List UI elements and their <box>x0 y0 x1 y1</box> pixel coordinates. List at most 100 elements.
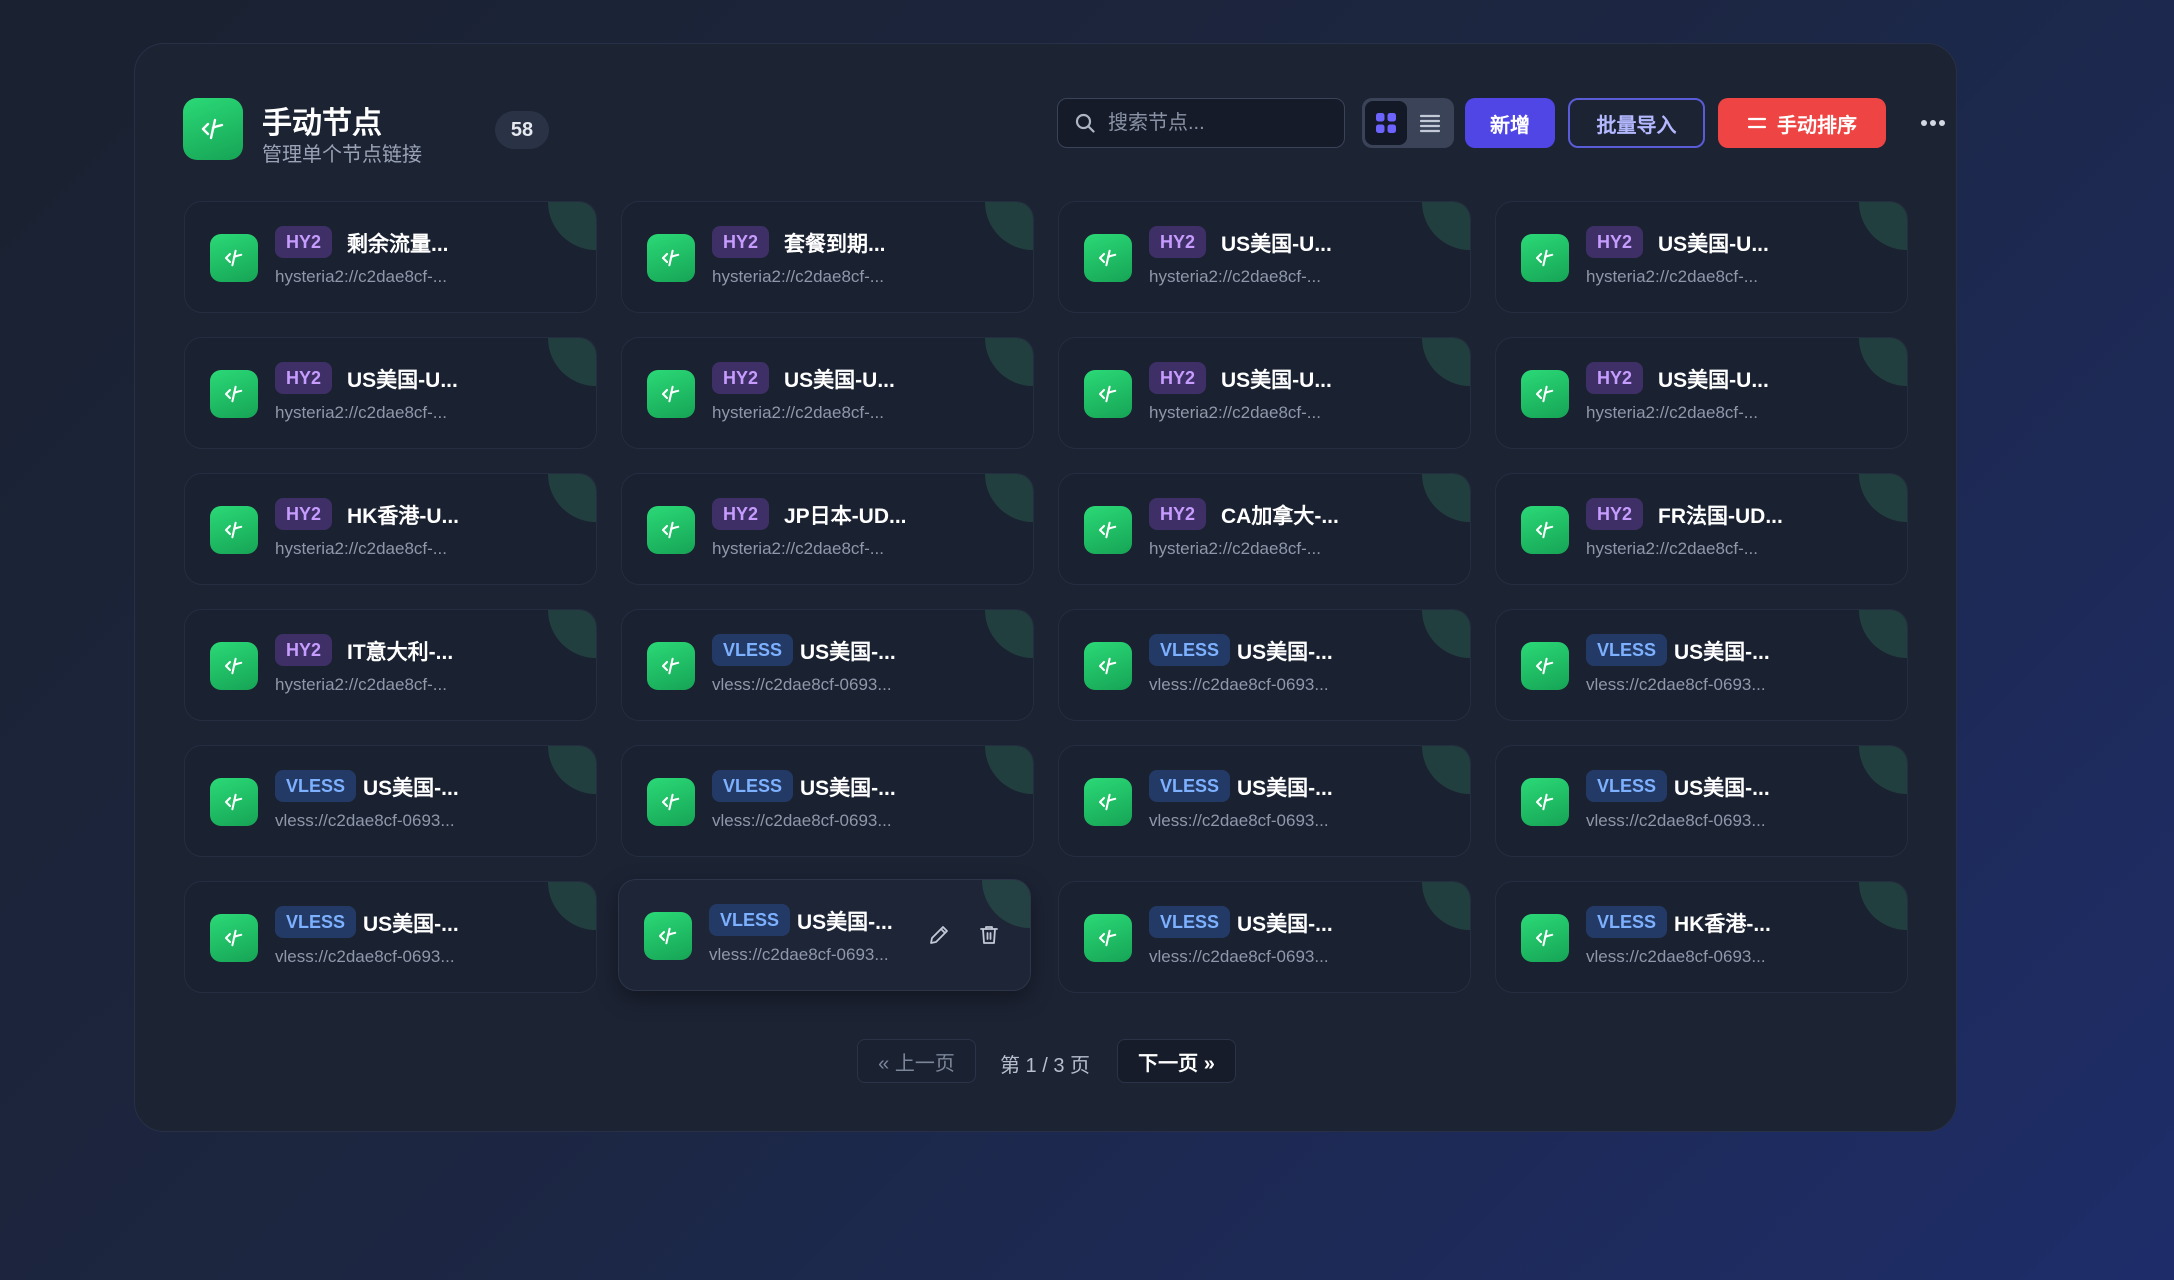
node-icon <box>647 642 695 690</box>
node-name: 剩余流量... <box>347 233 449 256</box>
card-decoration <box>1422 882 1470 930</box>
protocol-badge: VLESS <box>1586 634 1668 666</box>
node-card[interactable]: VLESS US美国-... vless://c2dae8cf-0693... <box>1058 745 1471 857</box>
prev-page-label: « 上一页 <box>878 1052 955 1075</box>
node-name: US美国-... <box>800 641 896 664</box>
node-name: US美国-U... <box>1658 369 1769 392</box>
protocol-badge: VLESS <box>275 906 357 938</box>
node-card[interactable]: HY2 US美国-U... hysteria2://c2dae8cf-... <box>1058 201 1471 313</box>
node-card[interactable]: VLESS US美国-... vless://c2dae8cf-0693... <box>184 881 597 993</box>
node-icon <box>210 370 258 418</box>
node-name: US美国-... <box>363 913 459 936</box>
more-options-icon[interactable] <box>1913 103 1953 143</box>
node-icon <box>1521 778 1569 826</box>
node-card[interactable]: VLESS US美国-... vless://c2dae8cf-0693... <box>618 879 1031 991</box>
protocol-badge: VLESS <box>1586 906 1668 938</box>
node-name: US美国-... <box>363 777 459 800</box>
node-card[interactable]: HY2 JP日本-UD... hysteria2://c2dae8cf-... <box>621 473 1034 585</box>
node-icon <box>1521 914 1569 962</box>
node-icon <box>1521 506 1569 554</box>
search-box[interactable] <box>1057 98 1345 148</box>
node-icon <box>1084 234 1132 282</box>
edit-icon[interactable] <box>926 922 952 948</box>
node-url: hysteria2://c2dae8cf-... <box>275 267 447 286</box>
node-name: US美国-... <box>800 777 896 800</box>
manual-nodes-panel: 手动节点 管理单个节点链接 58 搜索节点... 新增 批量导入 手动排序 HY… <box>134 43 1957 1132</box>
protocol-badge: HY2 <box>1149 498 1207 530</box>
card-decoration <box>1859 610 1907 658</box>
node-name: FR法国-UD... <box>1658 505 1783 528</box>
node-card[interactable]: HY2 IT意大利-... hysteria2://c2dae8cf-... <box>184 609 597 721</box>
node-card[interactable]: VLESS US美国-... vless://c2dae8cf-0693... <box>1058 609 1471 721</box>
card-decoration <box>1422 202 1470 250</box>
node-url: vless://c2dae8cf-0693... <box>712 675 892 694</box>
node-card[interactable]: HY2 套餐到期... hysteria2://c2dae8cf-... <box>621 201 1034 313</box>
prev-page-button[interactable]: « 上一页 <box>857 1039 976 1083</box>
card-decoration <box>985 338 1033 386</box>
node-url: vless://c2dae8cf-0693... <box>1149 947 1329 966</box>
card-decoration <box>985 202 1033 250</box>
node-card[interactable]: VLESS US美国-... vless://c2dae8cf-0693... <box>1058 881 1471 993</box>
node-card[interactable]: HY2 US美国-U... hysteria2://c2dae8cf-... <box>1495 337 1908 449</box>
node-card[interactable]: HY2 US美国-U... hysteria2://c2dae8cf-... <box>621 337 1034 449</box>
protocol-badge: HY2 <box>275 362 333 394</box>
node-icon <box>210 914 258 962</box>
node-url: vless://c2dae8cf-0693... <box>275 947 455 966</box>
add-node-button[interactable]: 新增 <box>1465 98 1555 148</box>
list-view-button[interactable] <box>1409 101 1451 145</box>
node-icon <box>210 642 258 690</box>
protocol-badge: HY2 <box>1586 362 1644 394</box>
node-card[interactable]: VLESS US美国-... vless://c2dae8cf-0693... <box>621 609 1034 721</box>
node-card[interactable]: HY2 HK香港-U... hysteria2://c2dae8cf-... <box>184 473 597 585</box>
card-decoration <box>1422 338 1470 386</box>
search-input[interactable] <box>1108 111 1328 135</box>
node-url: vless://c2dae8cf-0693... <box>1586 675 1766 694</box>
node-card[interactable]: VLESS US美国-... vless://c2dae8cf-0693... <box>184 745 597 857</box>
node-name: CA加拿大-... <box>1221 505 1339 528</box>
delete-icon[interactable] <box>976 922 1002 948</box>
node-url: hysteria2://c2dae8cf-... <box>1149 267 1321 286</box>
list-icon <box>1419 114 1441 133</box>
node-card[interactable]: VLESS US美国-... vless://c2dae8cf-0693... <box>1495 745 1908 857</box>
manual-sort-button[interactable]: 手动排序 <box>1718 98 1886 148</box>
card-decoration <box>985 610 1033 658</box>
card-decoration <box>982 880 1030 928</box>
node-card[interactable]: HY2 US美国-U... hysteria2://c2dae8cf-... <box>1058 337 1471 449</box>
search-icon <box>1075 113 1095 133</box>
page-title: 手动节点 <box>262 107 382 140</box>
card-decoration <box>548 202 596 250</box>
node-icon <box>647 506 695 554</box>
node-card[interactable]: VLESS HK香港-... vless://c2dae8cf-0693... <box>1495 881 1908 993</box>
node-url: vless://c2dae8cf-0693... <box>1586 947 1766 966</box>
node-name: US美国-... <box>1674 777 1770 800</box>
node-icon <box>1521 234 1569 282</box>
protocol-badge: VLESS <box>1149 770 1231 802</box>
node-card[interactable]: HY2 US美国-U... hysteria2://c2dae8cf-... <box>184 337 597 449</box>
node-name: JP日本-UD... <box>784 505 907 528</box>
card-decoration <box>548 474 596 522</box>
card-decoration <box>1422 474 1470 522</box>
card-decoration <box>1859 202 1907 250</box>
add-node-label: 新增 <box>1490 114 1530 137</box>
node-url: hysteria2://c2dae8cf-... <box>1149 539 1321 558</box>
node-card[interactable]: HY2 FR法国-UD... hysteria2://c2dae8cf-... <box>1495 473 1908 585</box>
node-url: hysteria2://c2dae8cf-... <box>1586 403 1758 422</box>
node-url: vless://c2dae8cf-0693... <box>1586 811 1766 830</box>
node-card[interactable]: HY2 US美国-U... hysteria2://c2dae8cf-... <box>1495 201 1908 313</box>
node-name: US美国-... <box>1674 641 1770 664</box>
grid-view-button[interactable] <box>1365 101 1407 145</box>
node-icon <box>647 234 695 282</box>
node-card[interactable]: VLESS US美国-... vless://c2dae8cf-0693... <box>621 745 1034 857</box>
node-url: hysteria2://c2dae8cf-... <box>712 539 884 558</box>
node-icon <box>1084 642 1132 690</box>
node-card[interactable]: HY2 剩余流量... hysteria2://c2dae8cf-... <box>184 201 597 313</box>
batch-import-button[interactable]: 批量导入 <box>1568 98 1705 148</box>
card-actions <box>926 922 1002 948</box>
protocol-badge: VLESS <box>712 634 794 666</box>
page-info: 第 1 / 3 页 <box>1000 1055 1091 1077</box>
node-name: HK香港-... <box>1674 913 1771 936</box>
node-name: US美国-U... <box>784 369 895 392</box>
node-card[interactable]: HY2 CA加拿大-... hysteria2://c2dae8cf-... <box>1058 473 1471 585</box>
next-page-button[interactable]: 下一页 » <box>1117 1039 1236 1083</box>
node-card[interactable]: VLESS US美国-... vless://c2dae8cf-0693... <box>1495 609 1908 721</box>
